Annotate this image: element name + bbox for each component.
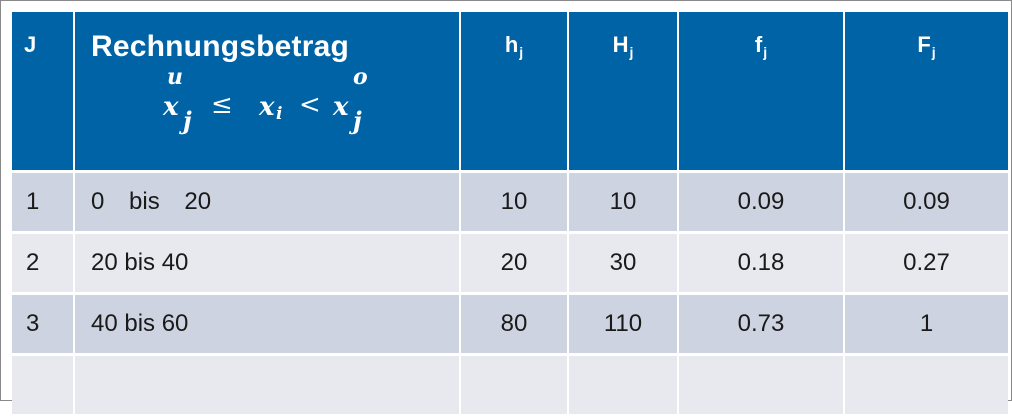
cell-range — [74, 354, 461, 417]
header-H-sub: j — [629, 44, 634, 60]
slide-frame: J Rechnungsbetrag x u j ≤ x i < x o j hj… — [0, 0, 1012, 417]
cell-H: 10 — [568, 171, 679, 234]
formula-sup-u: u — [167, 64, 183, 90]
formula-sub-i: i — [276, 104, 283, 124]
header-f: fj — [678, 12, 845, 173]
formula-x-upper: x — [333, 92, 349, 122]
cell-F: 0.09 — [844, 171, 1008, 234]
cell-h — [460, 354, 569, 417]
header-j: J — [12, 12, 75, 173]
cell-f: 0.73 — [678, 293, 845, 356]
table-row: 3 40 bis 60 80 110 0.73 1 — [12, 293, 1008, 356]
table-row — [12, 354, 1008, 417]
header-H-label: H — [612, 32, 629, 57]
cell-range: 40 bis 60 — [74, 293, 461, 356]
formula-sup-o: o — [353, 64, 368, 90]
cell-j: 3 — [12, 293, 75, 356]
header-range-title: Rechnungsbetrag — [91, 30, 350, 63]
header-h-sub: j — [519, 44, 524, 60]
cell-range: 0 bis 20 — [74, 171, 461, 234]
header-F: Fj — [844, 12, 1008, 173]
frequency-table: J Rechnungsbetrag x u j ≤ x i < x o j hj… — [12, 12, 1008, 417]
interval-formula: x u j ≤ x i < x o j — [163, 64, 459, 140]
header-range: Rechnungsbetrag x u j ≤ x i < x o j — [74, 12, 461, 173]
cell-f: 0.09 — [678, 171, 845, 234]
header-h: hj — [460, 12, 569, 173]
cell-j: 1 — [12, 171, 75, 234]
cell-F — [844, 354, 1008, 417]
formula-lt: < — [299, 90, 321, 120]
header-f-label: f — [754, 32, 763, 57]
header-F-label: F — [917, 32, 931, 57]
formula-sub-j-1: j — [183, 106, 192, 135]
cell-f: 0.18 — [678, 232, 845, 295]
header-h-label: h — [504, 32, 519, 57]
header-H: Hj — [568, 12, 679, 173]
cell-H — [568, 354, 679, 417]
cell-j: 2 — [12, 232, 75, 295]
cell-f — [678, 354, 845, 417]
cell-h: 20 — [460, 232, 569, 295]
formula-leq: ≤ — [211, 90, 233, 120]
cell-F: 1 — [844, 293, 1008, 356]
cell-F: 0.27 — [844, 232, 1008, 295]
table-row: 2 20 bis 40 20 30 0.18 0.27 — [12, 232, 1008, 295]
header-f-sub: j — [763, 44, 768, 60]
table-row: 1 0 bis 20 10 10 0.09 0.09 — [12, 171, 1008, 234]
cell-h: 80 — [460, 293, 569, 356]
header-row: J Rechnungsbetrag x u j ≤ x i < x o j hj… — [12, 12, 1008, 173]
cell-H: 30 — [568, 232, 679, 295]
cell-j — [12, 354, 75, 417]
cell-h: 10 — [460, 171, 569, 234]
formula-sub-j-2: j — [353, 106, 362, 135]
cell-H: 110 — [568, 293, 679, 356]
formula-x-lower: x — [163, 92, 179, 122]
header-F-sub: j — [931, 44, 936, 60]
formula-x-i: x — [259, 92, 275, 122]
cell-range: 20 bis 40 — [74, 232, 461, 295]
